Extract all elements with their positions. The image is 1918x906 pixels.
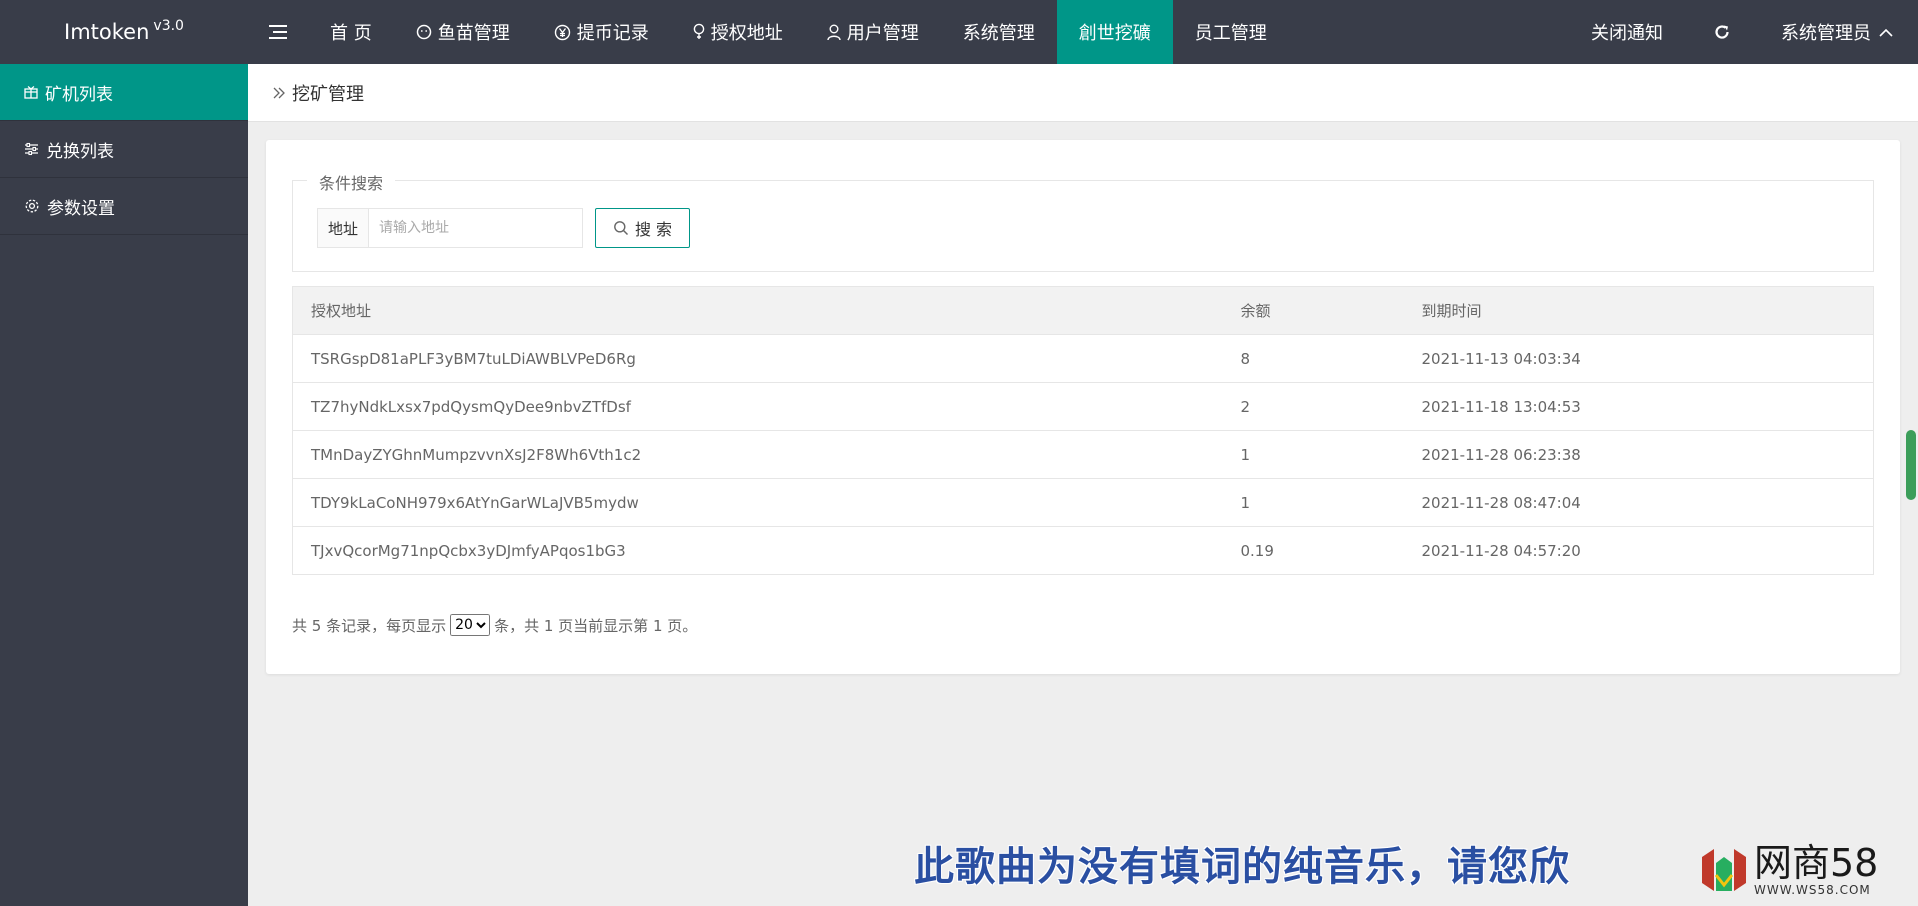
cell-address: TMnDayZYGhnMumpzvvnXsJ2F8Wh6Vth1c2	[292, 430, 1223, 479]
page-size-select[interactable]: 20	[450, 614, 491, 636]
sidebar-item-label: 参数设置	[47, 198, 115, 219]
table-header-row: 授权地址 余额 到期时间	[292, 286, 1874, 335]
address-input[interactable]	[369, 208, 583, 248]
cell-balance: 8	[1222, 334, 1404, 383]
watermark-url: WWW.WS58.COM	[1754, 883, 1871, 897]
cell-balance: 1	[1222, 430, 1404, 479]
nav-users[interactable]: 用户管理	[805, 0, 941, 64]
nav-label: 系统管理	[962, 23, 1035, 44]
close-notify-button[interactable]: 关闭通知	[1566, 0, 1688, 64]
search-button-label: 搜 索	[634, 220, 673, 239]
chevron-up-icon	[1879, 28, 1893, 37]
watermark-text: 网商58	[1754, 841, 1879, 885]
nav-system[interactable]: 系统管理	[941, 0, 1057, 64]
search-icon	[614, 221, 628, 236]
breadcrumb: 挖矿管理	[248, 64, 1918, 122]
nav-label: 授权地址	[710, 23, 783, 44]
app-name: Imtoken	[64, 20, 150, 44]
pager-prefix: 共 5 条记录，每页显示	[292, 616, 447, 635]
cell-expiry: 2021-11-28 06:23:38	[1403, 430, 1874, 479]
search-button[interactable]: 搜 索	[595, 208, 690, 248]
app-version: v3.0	[153, 18, 184, 34]
nav-label: 首 页	[330, 23, 372, 44]
refresh-icon	[1715, 25, 1729, 39]
cell-address: TZ7hyNdkLxsx7pdQysmQyDee9nbvZTfDsf	[292, 382, 1223, 431]
search-fieldset: 条件搜索 地址 搜 索	[292, 170, 1874, 272]
breadcrumb-title: 挖矿管理	[292, 83, 364, 105]
video-subtitle: 此歌曲为没有填词的纯音乐，请您欣	[914, 844, 1570, 890]
header-balance[interactable]: 余额	[1222, 286, 1404, 335]
user-icon	[827, 24, 841, 40]
double-chevron-right-icon	[273, 87, 285, 98]
cell-expiry: 2021-11-13 04:03:34	[1403, 334, 1874, 383]
table-row: TZ7hyNdkLxsx7pdQysmQyDee9nbvZTfDsf 2 202…	[292, 382, 1874, 431]
table-row: TMnDayZYGhnMumpzvvnXsJ2F8Wh6Vth1c2 1 202…	[292, 430, 1874, 479]
sidebar-item-miner-list[interactable]: 矿机列表	[0, 64, 248, 121]
search-legend: 条件搜索	[307, 170, 396, 194]
nav-label: 提币记录	[576, 23, 649, 44]
top-header: Imtoken v3.0 首 页 鱼苗管理 提币记录 授权地址 用户管理 系统管理…	[0, 0, 1918, 64]
app-logo[interactable]: Imtoken v3.0	[0, 0, 248, 64]
sidebar-item-label: 兑换列表	[46, 141, 114, 162]
cell-balance: 1	[1222, 478, 1404, 527]
nav-fish[interactable]: 鱼苗管理	[394, 0, 532, 64]
cell-expiry: 2021-11-18 13:04:53	[1403, 382, 1874, 431]
cell-balance: 0.19	[1222, 526, 1404, 575]
address-label: 地址	[317, 208, 369, 248]
user-menu[interactable]: 系统管理员	[1756, 0, 1918, 64]
nav-label: 創世挖礦	[1078, 23, 1151, 44]
nav-home[interactable]: 首 页	[308, 0, 394, 64]
menu-icon	[269, 25, 287, 39]
pager-suffix: 条，共 1 页当前显示第 1 页。	[494, 616, 698, 635]
sidebar-item-exchange-list[interactable]: 兑换列表	[0, 121, 248, 178]
menu-toggle-button[interactable]	[248, 0, 308, 64]
top-right-actions: 关闭通知 系统管理员	[1566, 0, 1918, 64]
content-card: 条件搜索 地址 搜 索 授权地址 余额 到期时间 TSRGspD81aPLF3y…	[266, 140, 1900, 674]
cell-address: TSRGspD81aPLF3yBM7tuLDiAWBLVPeD6Rg	[292, 334, 1223, 383]
pagination: 共 5 条记录，每页显示 20 条，共 1 页当前显示第 1 页。	[292, 614, 697, 636]
cell-expiry: 2021-11-28 08:47:04	[1403, 478, 1874, 527]
cell-balance: 2	[1222, 382, 1404, 431]
table-row: TJxvQcorMg71npQcbx3yDJmfyAPqos1bG3 0.19 …	[292, 526, 1874, 575]
table-row: TSRGspD81aPLF3yBM7tuLDiAWBLVPeD6Rg 8 202…	[292, 334, 1874, 383]
nav-staff[interactable]: 员工管理	[1173, 0, 1289, 64]
search-row: 地址 搜 索	[317, 208, 690, 248]
header-expiry[interactable]: 到期时间	[1403, 286, 1874, 335]
refresh-button[interactable]	[1688, 0, 1756, 64]
cell-address: TJxvQcorMg71npQcbx3yDJmfyAPqos1bG3	[292, 526, 1223, 575]
nav-mining[interactable]: 創世挖礦	[1056, 0, 1173, 64]
cell-expiry: 2021-11-28 04:57:20	[1403, 526, 1874, 575]
watermark: 网商58 WWW.WS58.COM	[1700, 838, 1905, 902]
miner-table: 授权地址 余额 到期时间 TSRGspD81aPLF3yBM7tuLDiAWBL…	[292, 286, 1874, 575]
nav-label: 员工管理	[1194, 23, 1267, 44]
bulb-icon	[693, 23, 705, 39]
gear-icon	[25, 199, 39, 213]
sidebar-item-label: 矿机列表	[45, 84, 113, 105]
yen-icon	[554, 24, 570, 40]
header-address[interactable]: 授权地址	[292, 286, 1223, 335]
nav-label: 用户管理	[846, 23, 919, 44]
watermark-logo-icon	[1702, 849, 1746, 891]
nav-withdraw[interactable]: 提币记录	[532, 0, 671, 64]
nav-label: 鱼苗管理	[437, 23, 510, 44]
scrollbar-thumb[interactable]	[1906, 430, 1916, 500]
user-name: 系统管理员	[1781, 23, 1871, 44]
notify-label: 关闭通知	[1591, 23, 1663, 44]
table-row: TDY9kLaCoNH979x6AtYnGarWLaJVB5mydw 1 202…	[292, 478, 1874, 527]
top-nav: 首 页 鱼苗管理 提币记录 授权地址 用户管理 系统管理 創世挖礦 员工管理	[308, 0, 1289, 64]
sliders-icon	[25, 142, 38, 156]
nav-auth[interactable]: 授权地址	[671, 0, 805, 64]
smile-icon	[416, 24, 431, 40]
gift-icon	[24, 86, 38, 99]
cell-address: TDY9kLaCoNH979x6AtYnGarWLaJVB5mydw	[292, 478, 1223, 527]
sidebar: 矿机列表 兑换列表 参数设置	[0, 64, 248, 906]
sidebar-item-params[interactable]: 参数设置	[0, 178, 248, 235]
